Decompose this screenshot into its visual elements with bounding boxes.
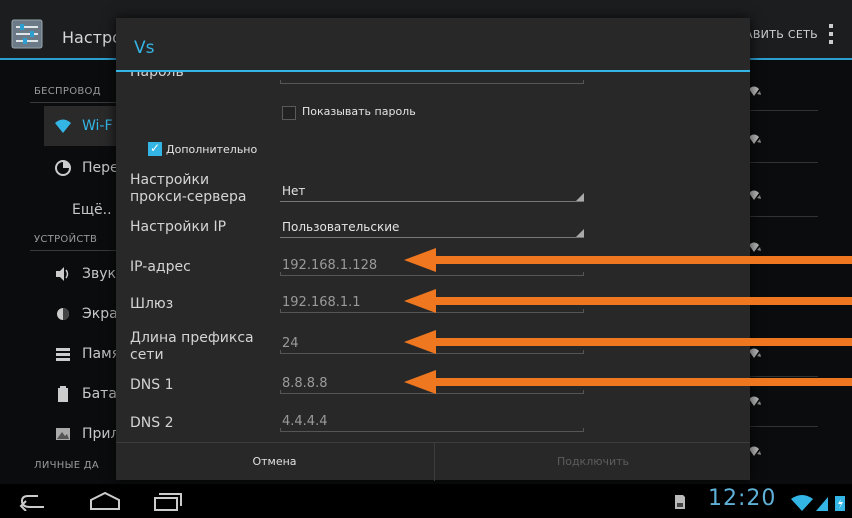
back-icon[interactable] [18, 491, 48, 511]
proxy-spinner[interactable]: Нет [280, 180, 586, 204]
arrow-ip-address [404, 248, 852, 272]
overflow-menu-icon[interactable] [823, 20, 839, 50]
display-icon [57, 308, 69, 320]
section-header-personal: ЛИЧНЫЕ ДА [34, 460, 100, 471]
section-header-device: УСТРОЙСТВ [34, 234, 98, 245]
data-usage-icon [55, 160, 71, 176]
system-bar: 12:20 [0, 484, 852, 518]
password-input[interactable] [280, 72, 586, 86]
signal-icon [816, 497, 828, 511]
battery-icon [58, 386, 68, 402]
home-icon[interactable] [88, 491, 122, 511]
sound-icon [56, 267, 69, 281]
battery-status-icon [835, 496, 845, 511]
wifi-signal-icon [749, 134, 761, 144]
add-network-button[interactable]: АВИТЬ СЕТЬ [745, 28, 818, 41]
ip-settings-spinner[interactable]: Пользовательские [280, 216, 586, 240]
show-password-checkbox[interactable] [282, 106, 296, 120]
storage-icon [56, 348, 70, 361]
arrow-gateway [404, 289, 852, 313]
wifi-signal-icon [749, 190, 761, 200]
ip-settings-label: Настройки IP [130, 219, 227, 235]
arrow-dns1 [404, 370, 852, 394]
apps-icon [56, 428, 70, 440]
annotation-arrows [404, 248, 852, 394]
recent-apps-icon[interactable] [152, 491, 182, 511]
prefix-length-label: Длина префикса сети [130, 330, 254, 363]
screen: Настрой АВИТЬ СЕТЬ БЕСПРОВОД Wi-F Пере Е… [0, 0, 852, 518]
show-password-label: Показывать пароль [302, 105, 416, 118]
status-clock: 12:20 [708, 486, 777, 511]
ip-address-label: IP-адрес [130, 259, 191, 275]
arrow-prefix [404, 330, 852, 354]
gateway-label: Шлюз [130, 296, 174, 312]
advanced-label: Дополнительно [166, 143, 258, 156]
wifi-signal-icon [749, 446, 761, 456]
wifi-status-icon [791, 495, 813, 511]
spinner-arrow-icon [576, 229, 584, 237]
section-header-wireless: БЕСПРОВОД [34, 86, 101, 97]
spinner-arrow-icon [576, 193, 584, 201]
proxy-label: Настройки прокси-сервера [130, 172, 247, 205]
dns2-input[interactable]: 4.4.4.4 [280, 410, 586, 434]
dialog-title: Vs [134, 38, 155, 58]
cancel-button[interactable]: Отмена [116, 443, 433, 481]
sd-card-icon [675, 495, 685, 509]
wifi-signal-icon [749, 86, 761, 96]
dns1-label: DNS 1 [130, 377, 174, 393]
wifi-icon [55, 119, 71, 133]
settings-item-more[interactable]: Ещё.. [72, 202, 112, 218]
connect-button[interactable]: Подключить [434, 443, 751, 481]
password-label: Пароль [130, 72, 184, 80]
dialog-button-bar: Отмена Подключить [116, 442, 750, 481]
settings-app-icon [11, 19, 43, 49]
settings-list: БЕСПРОВОД Wi-F Пере Ещё.. УСТРОЙСТВ Звук [0, 62, 144, 482]
advanced-checkbox[interactable]: ✓ [148, 141, 162, 156]
dns2-label: DNS 2 [130, 415, 174, 431]
